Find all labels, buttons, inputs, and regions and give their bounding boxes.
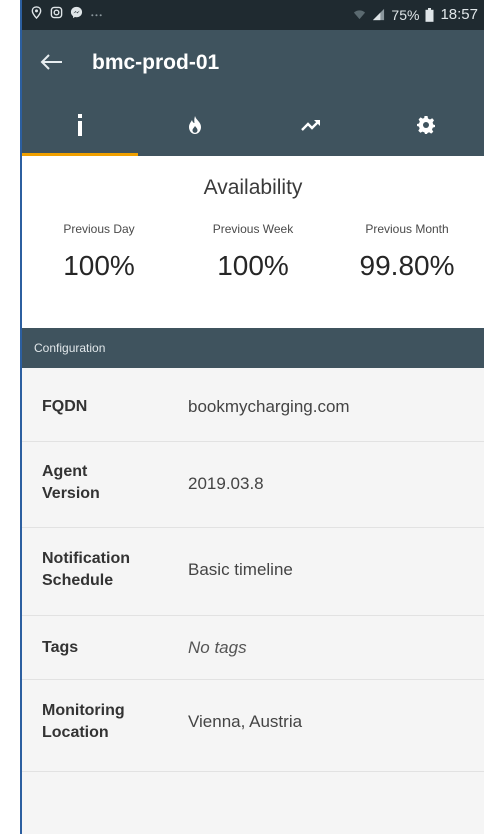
tab-statistics[interactable] xyxy=(253,94,369,156)
stat-label: Previous Week xyxy=(212,222,294,236)
config-value: No tags xyxy=(188,638,247,657)
stat-value: 100% xyxy=(63,250,135,281)
config-key: Tags xyxy=(42,639,79,656)
stat-label: Previous Month xyxy=(365,222,449,236)
configuration-list: FQDN bookmycharging.com Agent Version 20… xyxy=(22,368,484,772)
messenger-icon xyxy=(70,6,83,19)
app-screen: 75% 18:57 bmc-prod-01 Availability Previ… xyxy=(22,0,484,834)
status-right: 75% 18:57 xyxy=(353,6,478,23)
instagram-icon xyxy=(50,6,63,19)
device-frame: 75% 18:57 bmc-prod-01 Availability Previ… xyxy=(0,0,484,834)
tab-info[interactable] xyxy=(22,94,138,156)
stat-previous-week: Previous Week 100% xyxy=(176,220,330,282)
stat-value: 100% xyxy=(217,250,289,281)
config-key: Notification Schedule xyxy=(42,550,130,589)
config-key: FQDN xyxy=(42,398,88,415)
trending-up-icon xyxy=(300,120,320,131)
status-left xyxy=(30,6,103,19)
configuration-header: Configuration xyxy=(22,328,484,368)
arrow-back-icon xyxy=(40,54,62,70)
wifi-icon xyxy=(354,10,366,20)
battery-icon xyxy=(425,7,434,22)
tab-incidents[interactable] xyxy=(138,94,254,156)
config-value: Vienna, Austria xyxy=(188,712,303,731)
stat-value: 99.80% xyxy=(359,250,455,281)
tab-settings[interactable] xyxy=(369,94,484,156)
availability-stats: Previous Day 100% Previous Week 100% Pre… xyxy=(22,220,484,282)
config-row-fqdn: FQDN bookmycharging.com xyxy=(22,368,484,442)
status-bar: 75% 18:57 xyxy=(22,0,484,30)
config-key: Monitoring Location xyxy=(42,702,125,741)
back-button[interactable] xyxy=(36,46,68,78)
signal-icon xyxy=(373,8,385,21)
config-key: Agent Version xyxy=(42,463,100,502)
stat-label: Previous Day xyxy=(63,222,135,236)
config-row-monitoring-location: Monitoring Location Vienna, Austria xyxy=(22,680,484,772)
config-row-notification-schedule: Notification Schedule Basic timeline xyxy=(22,528,484,616)
stat-previous-month: Previous Month 99.80% xyxy=(330,220,484,282)
location-icon xyxy=(31,6,42,19)
config-row-tags: Tags No tags xyxy=(22,616,484,680)
info-icon xyxy=(77,114,82,136)
gear-icon xyxy=(417,116,436,134)
more-dots-icon xyxy=(91,14,102,17)
clock-time: 18:57 xyxy=(440,6,478,23)
config-value: 2019.03.8 xyxy=(188,474,264,493)
tab-bar xyxy=(22,94,484,156)
page-title: bmc-prod-01 xyxy=(92,51,220,74)
flame-icon xyxy=(189,116,202,134)
config-value: bookmycharging.com xyxy=(188,397,350,416)
app-toolbar: bmc-prod-01 xyxy=(22,30,484,94)
config-row-agent-version: Agent Version 2019.03.8 xyxy=(22,442,484,528)
config-value: Basic timeline xyxy=(188,560,293,579)
availability-card: Availability Previous Day 100% Previous … xyxy=(22,156,484,328)
availability-title: Availability xyxy=(203,176,303,199)
battery-percent: 75% xyxy=(391,6,420,23)
stat-previous-day: Previous Day 100% xyxy=(22,220,176,282)
